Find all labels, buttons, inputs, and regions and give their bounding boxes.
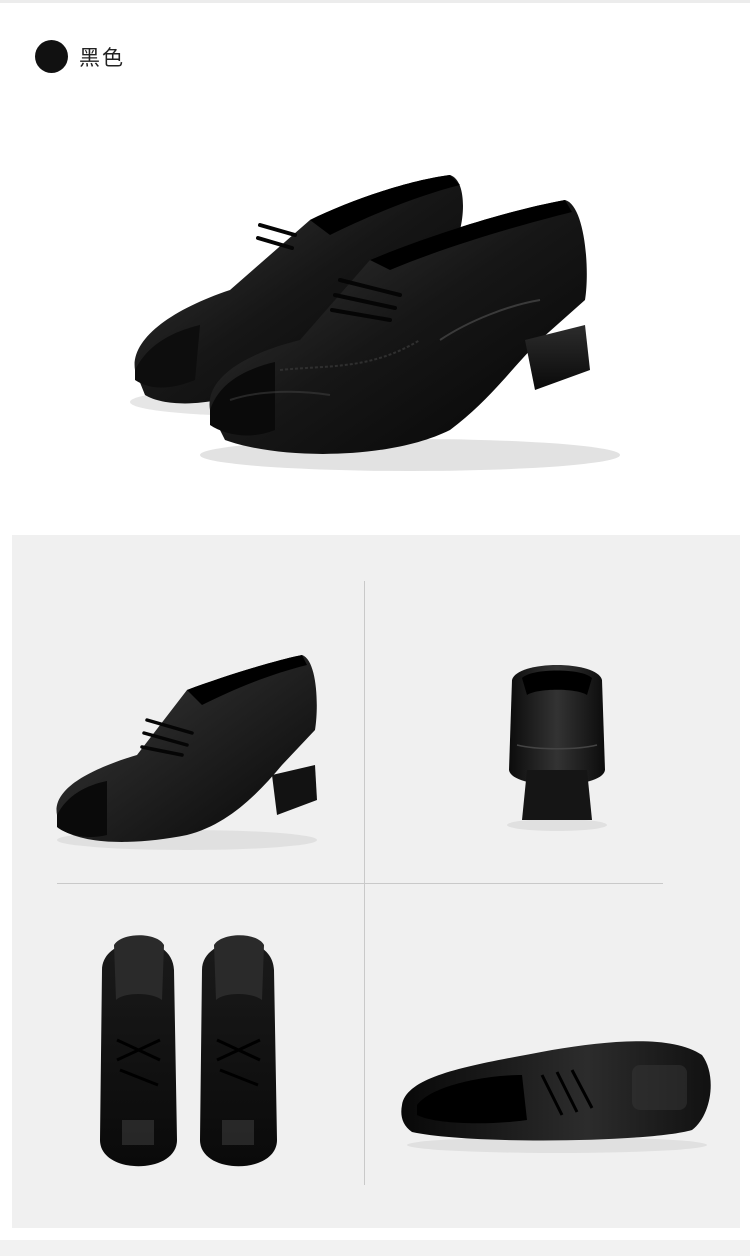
- angled-view-image: [392, 1020, 722, 1160]
- product-views-panel: [12, 535, 740, 1228]
- color-variant-label: 黑色: [35, 40, 125, 73]
- top-divider: [0, 0, 750, 3]
- hero-product-image: [110, 140, 630, 500]
- back-view-image: [487, 650, 627, 840]
- side-view-image: [47, 635, 337, 865]
- top-view-image: [82, 920, 302, 1180]
- next-section-edge: [0, 1240, 750, 1256]
- color-swatch-black: [35, 40, 68, 73]
- horizontal-divider: [57, 883, 663, 884]
- color-name: 黑色: [79, 45, 125, 70]
